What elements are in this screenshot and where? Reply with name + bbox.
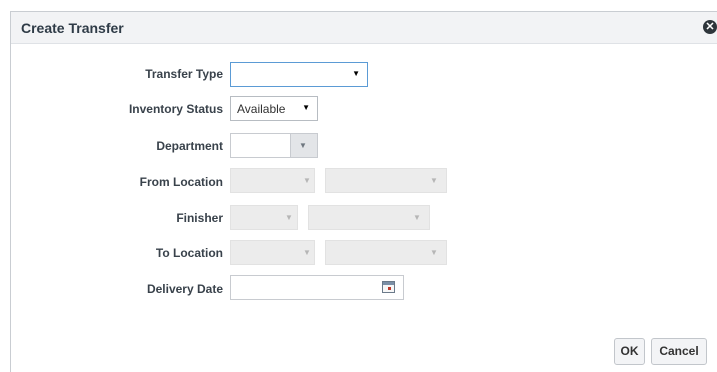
transfer-type-select[interactable]: ▼	[230, 62, 368, 87]
calendar-icon[interactable]	[382, 281, 395, 293]
inventory-status-select[interactable]: Available ▼	[230, 96, 318, 121]
chevron-down-icon: ▼	[430, 176, 438, 185]
delivery-date-label: Delivery Date	[146, 282, 223, 296]
from-location-select[interactable]: ▼	[325, 168, 447, 193]
chevron-down-icon: ▼	[352, 69, 360, 78]
chevron-down-icon: ▼	[303, 248, 311, 257]
finisher-type-select[interactable]: ▼	[230, 205, 298, 230]
inventory-status-value: Available	[237, 102, 286, 116]
to-location-label: To Location	[155, 246, 223, 260]
close-icon[interactable]: ✕	[703, 20, 717, 34]
dialog-title: Create Transfer	[21, 20, 124, 36]
inventory-status-label: Inventory Status	[128, 102, 223, 116]
transfer-type-label: Transfer Type	[145, 67, 223, 81]
dialog-titlebar: Create Transfer ✕	[11, 12, 717, 44]
finisher-label: Finisher	[176, 211, 223, 225]
delivery-date-input[interactable]	[230, 275, 404, 300]
department-combobox[interactable]: ▼	[230, 133, 318, 158]
department-label: Department	[156, 139, 223, 153]
cancel-button[interactable]: Cancel	[651, 338, 707, 365]
chevron-down-icon: ▼	[299, 141, 307, 150]
chevron-down-icon: ▼	[285, 213, 293, 222]
chevron-down-icon: ▼	[303, 176, 311, 185]
to-location-select[interactable]: ▼	[325, 240, 447, 265]
finisher-select[interactable]: ▼	[308, 205, 430, 230]
chevron-down-icon: ▼	[413, 213, 421, 222]
ok-button[interactable]: OK	[614, 338, 645, 365]
from-location-label: From Location	[139, 175, 223, 189]
to-location-type-select[interactable]: ▼	[230, 240, 315, 265]
department-dropdown-button[interactable]: ▼	[290, 134, 317, 157]
from-location-type-select[interactable]: ▼	[230, 168, 315, 193]
chevron-down-icon: ▼	[302, 103, 310, 112]
chevron-down-icon: ▼	[430, 248, 438, 257]
